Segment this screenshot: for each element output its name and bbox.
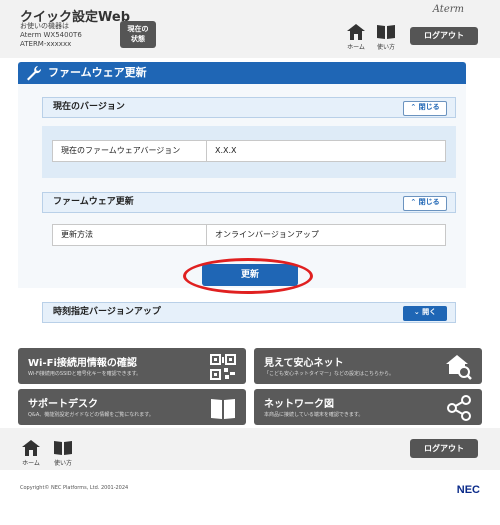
expand-button[interactable]: ⌄ 開く <box>403 306 447 321</box>
tile-support-desk[interactable]: サポートデスク Q&A、機能別設定ガイドなどの情報をご覧になれます。 <box>18 389 246 425</box>
device-info: お使いの機器は Aterm WX5400T6 ATERM-xxxxxx <box>20 22 82 49</box>
collapse-label: 閉じる <box>418 198 440 206</box>
home-icon <box>347 24 365 40</box>
tile-desc: Q&A、機能別設定ガイドなどの情報をご覧になれます。 <box>28 412 154 418</box>
device-model: Aterm WX5400T6 <box>20 31 82 39</box>
device-caption: お使いの機器は <box>20 22 69 30</box>
tile-desc: Wi-Fi接続用のSSIDと暗号化キーを確認できます。 <box>28 371 142 377</box>
update-method-row: 更新方法 オンラインバージョンアップ <box>52 224 446 246</box>
wrench-icon <box>26 65 42 89</box>
tile-wifi-info[interactable]: Wi-Fi接続用情報の確認 Wi-Fi接続用のSSIDと暗号化キーを確認できます… <box>18 348 246 384</box>
section-title: ファームウェア更新 <box>53 197 134 207</box>
section-scheduled-update: 時刻指定バージョンアップ ⌄ 開く <box>42 302 456 323</box>
help-link[interactable]: 使い方 <box>373 24 399 51</box>
collapse-label: 閉じる <box>418 103 440 111</box>
tile-desc: 本商品に接続している端末を確認できます。 <box>264 412 364 418</box>
panel-title: ファームウェア更新 <box>48 66 147 79</box>
section-title: 時刻指定バージョンアップ <box>53 307 161 317</box>
footer-home-label: ホーム <box>22 460 40 467</box>
home-icon <box>22 440 40 456</box>
qr-code-icon <box>210 354 236 380</box>
footer-bar: ホーム 使い方 ログアウト <box>0 428 500 470</box>
page-header: クイック設定Web お使いの機器は Aterm WX5400T6 ATERM-x… <box>0 0 500 58</box>
footer-logout-button[interactable]: ログアウト <box>410 439 478 458</box>
home-link[interactable]: ホーム <box>343 24 369 51</box>
nec-logo: NEC <box>456 484 480 496</box>
current-version-row: 現在のファームウェアバージョン X.X.X <box>52 140 446 162</box>
brand-logo: Aterm <box>432 4 464 15</box>
home-label: ホーム <box>347 44 365 51</box>
tile-title: ネットワーク図 <box>264 399 334 410</box>
current-version-label: 現在のファームウェアバージョン <box>53 141 207 161</box>
footer-help-label: 使い方 <box>53 460 72 467</box>
help-book-icon <box>54 441 72 455</box>
chevron-up-icon: ⌃ <box>410 198 417 206</box>
house-search-icon <box>446 355 472 380</box>
footer-home-link[interactable]: ホーム <box>18 440 44 467</box>
status-label-line1: 現在の <box>127 25 149 33</box>
tile-desc: 「こども安心ネットタイマー」などの設定はこちらから。 <box>264 371 395 377</box>
logout-button[interactable]: ログアウト <box>410 27 478 45</box>
update-method-value: オンラインバージョンアップ <box>215 230 319 239</box>
collapse-button[interactable]: ⌃ 閉じる <box>403 196 447 211</box>
highlight-circle <box>183 258 313 294</box>
copyright-text: Copyright© NEC Platforms, Ltd. 2001-2024 <box>20 485 129 491</box>
collapse-button[interactable]: ⌃ 閉じる <box>403 101 447 116</box>
update-method-label: 更新方法 <box>53 225 207 245</box>
chevron-down-icon: ⌄ <box>413 308 420 316</box>
tile-title: 見えて安心ネット <box>264 358 344 369</box>
help-book-icon <box>377 25 395 39</box>
section-title: 現在のバージョン <box>53 102 125 112</box>
device-id: ATERM-xxxxxx <box>20 40 72 48</box>
current-status-button[interactable]: 現在の 状態 <box>120 21 156 48</box>
chevron-up-icon: ⌃ <box>410 103 417 111</box>
tile-title: サポートデスク <box>28 399 98 410</box>
book-icon <box>211 399 235 419</box>
status-label-line2: 状態 <box>131 35 145 43</box>
footer-help-link[interactable]: 使い方 <box>50 440 76 467</box>
tile-title: Wi-Fi接続用情報の確認 <box>28 358 137 369</box>
network-icon <box>447 395 471 421</box>
expand-label: 開く <box>422 308 437 316</box>
panel-header: ファームウェア更新 <box>18 62 466 84</box>
current-version-value: X.X.X <box>215 146 237 155</box>
tile-network-map[interactable]: ネットワーク図 本商品に接続している端末を確認できます。 <box>254 389 482 425</box>
section-firmware-update: ファームウェア更新 ⌃ 閉じる <box>42 192 456 213</box>
section-current-version: 現在のバージョン ⌃ 閉じる <box>42 97 456 118</box>
tile-mieru-anshin[interactable]: 見えて安心ネット 「こども安心ネットタイマー」などの設定はこちらから。 <box>254 348 482 384</box>
help-label: 使い方 <box>376 44 395 51</box>
